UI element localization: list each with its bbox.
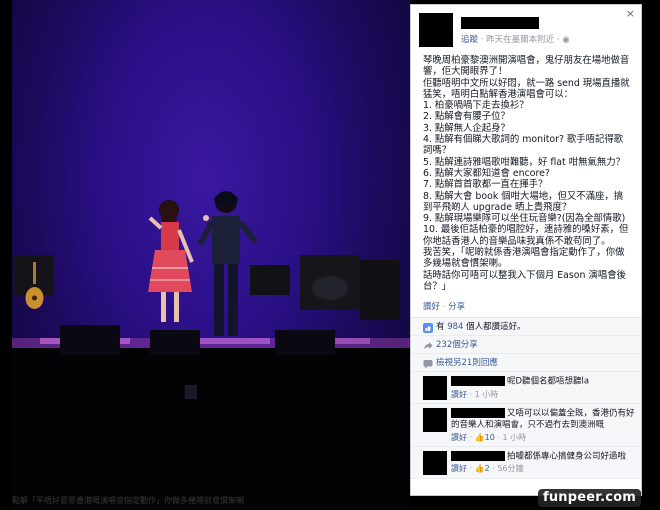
post-line: 3. 點解無人企起身？ (423, 122, 510, 134)
comment-time[interactable]: 1 小時 (475, 390, 499, 399)
share-link[interactable]: 分享 (448, 302, 465, 312)
post-line: 琴晚周柏豪黎澳洲開演唱會，鬼仔朋友在場地做音響，佢大開眼界了！ (423, 55, 630, 78)
share-icon (423, 340, 433, 350)
post-line: 1. 柏豪喎喎下走去換衫？ (423, 100, 529, 112)
comment-meta: 讚好 · 1 小時 (451, 389, 499, 399)
comment-icon (423, 358, 433, 369)
follow-link[interactable]: 追蹤 (461, 35, 478, 45)
male-singer-figure (197, 191, 259, 336)
post-time-location: · 昨天在墨爾本附近 · (478, 35, 563, 45)
comment-like-count[interactable]: 10 (485, 433, 495, 442)
comment-like-link[interactable]: 讚好 (451, 433, 467, 442)
post-line: 10. 最後佢話柏豪的唱腔好，連詩雅的嗓好素，但你地話香港人的音樂品味我真係不敢… (423, 224, 629, 247)
likes-prefix: 有 (436, 322, 448, 333)
watermark: funpeer.com (538, 489, 641, 507)
post-body: 琴晚周柏豪黎澳洲開演唱會，鬼仔朋友在場地做音響，佢大開眼界了！ 佢聽唔明中文所以… (411, 55, 641, 292)
female-singer-figure (148, 200, 194, 322)
commenter-name-redacted[interactable] (451, 450, 505, 461)
comment-time[interactable]: 56分鐘 (497, 464, 523, 473)
post-line: 2. 點解會有腰子位？ (423, 111, 510, 123)
post-line: 我苦笑，「呢啲就係香港演唱會指定動作了，你做多幾場就會慣架喇。 (423, 247, 625, 270)
comment-meta: 讚好 · 👍2 · 56分鐘 (451, 464, 524, 474)
post-actions: 讚好 · 分享 (411, 292, 641, 319)
post-line: 8. 點解大會 book 個咁大場地，但又不滿座，搞到平飛啲人 upgrade … (423, 190, 624, 213)
post-line: 話時話你可唔可以整我入下個月 Eason 演唱會後台？」 (423, 269, 626, 292)
comment-item: 又唔可以以偏蓋全既，香港仍有好的音樂人和演唱會，只不過冇去到澳洲嘅 讚好 · 👍… (411, 404, 641, 447)
likes-suffix: 個人都讚這好。 (463, 322, 526, 333)
like-link[interactable]: 讚好 (423, 302, 440, 312)
likes-summary[interactable]: 有 984 個人都讚這好。 (411, 318, 641, 337)
commenter-avatar[interactable] (423, 450, 447, 475)
stage-scene (12, 191, 410, 510)
post-line: 佢聽唔明中文所以好悶，就一路 send 現場直播就猛笑，唔明白點解香港演唱會可以… (423, 77, 630, 100)
photo-caption: 點解「平唔好意思香港嘅演唱會指定動作」你做多幾場就會慣架喇 (12, 496, 244, 505)
globe-icon: ◉ (562, 35, 570, 45)
stage-monitor (250, 265, 290, 295)
post-line: 6. 點解大家都知道會 encore? (423, 167, 550, 179)
view-more-comments[interactable]: 檢視另21則回應 (411, 354, 641, 373)
view-more-label: 檢視另21則回應 (436, 358, 498, 369)
post-meta: 追蹤 · 昨天在墨爾本附近 · ◉ (461, 33, 570, 45)
comment-like-link[interactable]: 讚好 (451, 390, 467, 399)
thumbs-up-icon: 👍 (474, 432, 485, 442)
post-header: 追蹤 · 昨天在墨爾本附近 · ◉ (411, 5, 641, 55)
stage-rack (360, 260, 400, 320)
comment-text: 呢D聽個名都唔想聽la (507, 376, 590, 387)
comment-time[interactable]: 1 小時 (502, 433, 526, 442)
audience-silhouette (12, 348, 410, 510)
comment-item: 呢D聽個名都唔想聽la 讚好 · 1 小時 (411, 372, 641, 405)
facebook-post-panel: × 追蹤 · 昨天在墨爾本附近 · ◉ 琴晚周柏豪黎澳洲開演唱會，鬼仔朋友在場地… (410, 4, 642, 496)
post-line: 9. 點解現場樂隊可以坐住玩音樂?(因為全部情歌) (423, 213, 626, 225)
author-name-redacted[interactable] (461, 17, 539, 29)
comment-like-count[interactable]: 2 (485, 464, 490, 473)
post-line: 4. 點解有個睇大歌詞的 monitor? 歌手唔記得歌詞嗎？ (423, 134, 624, 157)
comment-item: 拍噱都係專心搞健身公司好過啦 讚好 · 👍2 · 56分鐘 (411, 446, 641, 479)
comment-meta: 讚好 · 👍10 · 1 小時 (451, 432, 527, 442)
likes-count[interactable]: 984 (447, 322, 463, 332)
author-avatar[interactable] (419, 13, 453, 47)
comment-like-link[interactable]: 讚好 (451, 464, 467, 473)
comment-text: 拍噱都係專心搞健身公司好過啦 (507, 451, 627, 462)
commenter-name-redacted[interactable] (451, 376, 505, 387)
thumbs-up-icon: 👍 (474, 464, 485, 474)
action-separator: · (440, 302, 449, 313)
drum (312, 276, 348, 300)
post-line: 5. 點解連詩雅唱歌咁難聽，好 flat 咁無氣無力？ (423, 156, 625, 168)
concert-photo: 點解「平唔好意思香港嘅演唱會指定動作」你做多幾場就會慣架喇 (0, 0, 410, 510)
post-line: 7. 點解首首歌都一直在揮手？ (423, 179, 548, 191)
shares-count: 232 (436, 340, 453, 351)
shares-suffix: 個分享 (452, 340, 478, 351)
commenter-avatar[interactable] (423, 408, 447, 433)
shares-summary[interactable]: 232個分享 (411, 336, 641, 355)
commenter-name-redacted[interactable] (451, 408, 505, 419)
thumbs-up-icon (423, 322, 433, 333)
commenter-avatar[interactable] (423, 376, 447, 401)
